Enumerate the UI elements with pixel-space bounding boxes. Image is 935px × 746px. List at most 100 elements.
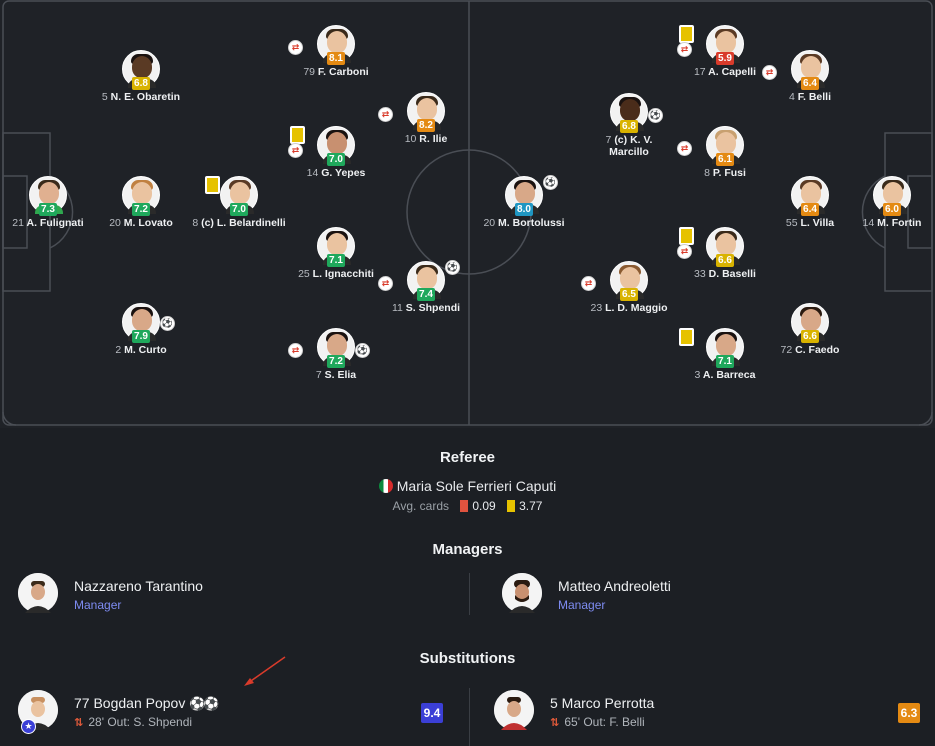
- manager-name: Nazzareno Tarantino: [74, 578, 203, 594]
- manager-avatar: [502, 573, 542, 613]
- yellow-card-icon: [679, 227, 694, 245]
- player-rating: 7.4: [417, 288, 435, 301]
- referee-title: Referee: [439, 449, 496, 466]
- player-fusi[interactable]: 6.1 ⇄ 8 P. Fusi: [670, 126, 780, 179]
- substitution-icon: ⇄: [288, 143, 303, 158]
- substitution-icon: ⇄: [288, 343, 303, 358]
- player-name: 14 G. Yepes: [306, 167, 366, 179]
- avatar-icon: [494, 690, 534, 730]
- player-maggio[interactable]: 6.5 ⇄ 23 L. D. Maggio: [574, 261, 684, 314]
- player-name: 14 M. Fortin: [862, 217, 922, 229]
- away-manager[interactable]: Matteo Andreoletti Manager: [502, 573, 922, 615]
- sub-in-out-icon: ⇅: [550, 717, 560, 729]
- player-avatar: 7.1: [317, 227, 355, 267]
- player-name: 20 M. Bortolussi: [483, 217, 565, 229]
- player-belli[interactable]: 6.4 ⇄ 4 F. Belli: [755, 50, 865, 103]
- player-name: 79 F. Carboni: [303, 66, 369, 78]
- player-marcillo[interactable]: 6.8 ⚽ 7 (c) K. V. Marcillo: [574, 93, 684, 158]
- player-name: 4 F. Belli: [788, 91, 832, 103]
- yellow-card-icon: [507, 500, 516, 512]
- player-rating: 6.1: [716, 153, 734, 166]
- player-rating: 7.9: [132, 330, 150, 343]
- assist-icon: ⚽: [648, 108, 663, 123]
- player-avatar: 8.1 ⇄: [288, 25, 355, 65]
- player-fortin[interactable]: 6.0 14 M. Fortin: [837, 176, 935, 229]
- player-name: 7 S. Elia: [315, 369, 357, 381]
- avatar-icon: [502, 573, 542, 613]
- yellow-card-icon: [679, 25, 694, 43]
- player-name: 7 (c) K. V. Marcillo: [605, 134, 653, 158]
- player-name: 3 A. Barreca: [694, 369, 756, 381]
- player-avatar: 5.9 ⇄: [677, 25, 744, 65]
- avatar-icon: [18, 573, 58, 613]
- player-ilie[interactable]: 8.2 ⇄ 10 R. Ilie: [371, 92, 481, 145]
- substitution-icon: ⇄: [677, 141, 692, 156]
- player-avatar: 7.1: [679, 328, 744, 368]
- player-rating: 7.0: [327, 153, 345, 166]
- player-avatar: 7.3: [29, 176, 67, 216]
- player-avatar: 6.4: [791, 176, 829, 216]
- player-bortolussi[interactable]: 8.0 ⚽ 20 M. Bortolussi: [469, 175, 579, 229]
- player-avatar: 7.2: [122, 176, 160, 216]
- player-avatar: 6.4 ⇄: [762, 50, 829, 90]
- player-elia[interactable]: 7.2 ⇄ ⚽ 7 S. Elia: [281, 328, 391, 381]
- sub-rating: 9.4: [421, 703, 443, 723]
- substitution-icon: ⇄: [378, 276, 393, 291]
- manager-role: Manager: [74, 598, 122, 612]
- divider: [469, 688, 470, 746]
- yellow-card-icon: [205, 176, 220, 194]
- sub-rating: 6.3: [898, 703, 920, 723]
- substitutions-title: Substitutions: [419, 650, 516, 667]
- pitch: 7.3 21 A. Fulignati 7.2 20 M. Lovato 6.8…: [0, 0, 935, 428]
- yellow-card-icon: [679, 328, 694, 346]
- manager-name: Matteo Andreoletti: [558, 578, 671, 594]
- manager-avatar: [18, 573, 58, 613]
- player-avatar: 6.1 ⇄: [677, 126, 744, 166]
- substitution-icon: ⇄: [677, 42, 692, 57]
- red-card-icon: [460, 500, 469, 512]
- player-baselli[interactable]: 6.6 ⇄ 33 D. Baselli: [670, 227, 780, 280]
- referee-name[interactable]: Maria Sole Ferrieri Caputi: [0, 478, 935, 494]
- player-avatar: 8.2 ⇄: [378, 92, 445, 132]
- player-curto[interactable]: 7.9 ⚽ 2 M. Curto: [86, 303, 196, 356]
- player-belardinelli[interactable]: 7.0 8 (c) L. Belardinelli: [184, 176, 294, 229]
- player-carboni[interactable]: 8.1 ⇄ 79 F. Carboni: [281, 25, 391, 78]
- player-rating: 6.6: [716, 254, 734, 267]
- player-name: 8 (c) L. Belardinelli: [192, 217, 286, 229]
- substitution-icon: ⇄: [677, 244, 692, 259]
- substitution-icon: ⇄: [581, 276, 596, 291]
- player-rating: 8.0: [515, 203, 533, 216]
- goal-icon: ⚽: [445, 260, 460, 275]
- home-manager[interactable]: Nazzareno Tarantino Manager: [18, 573, 458, 615]
- substitution-away[interactable]: 5 Marco Perrotta ⇅ 65' Out: F. Belli 6.3: [494, 690, 924, 734]
- player-avatar: 6.8 ⚽: [610, 93, 663, 133]
- player-rating: 7.3: [39, 203, 57, 216]
- player-obaretin[interactable]: 6.8 5 N. E. Obaretin: [86, 50, 196, 103]
- player-avatar: 8.0 ⚽: [505, 175, 558, 216]
- lineup-page: 7.3 21 A. Fulignati 7.2 20 M. Lovato 6.8…: [0, 0, 935, 746]
- player-avatar: 6.6 ⇄: [677, 227, 744, 267]
- player-lovato[interactable]: 7.2 20 M. Lovato: [86, 176, 196, 229]
- goal-icon: ⚽⚽: [189, 696, 219, 711]
- player-avatar: [494, 690, 534, 730]
- player-rating: 6.8: [620, 120, 638, 133]
- player-name: 33 D. Baselli: [694, 268, 756, 280]
- sub-detail: ⇅ 28' Out: S. Shpendi: [74, 715, 193, 729]
- player-rating: 7.2: [132, 203, 150, 216]
- player-rating: 6.8: [132, 77, 150, 90]
- player-avatar: 6.5 ⇄: [581, 261, 648, 301]
- player-name: 5 N. E. Obaretin: [101, 91, 181, 103]
- player-avatar: 7.0 ⇄: [288, 126, 355, 166]
- player-name: 2 M. Curto: [115, 344, 167, 356]
- substitution-home[interactable]: ★ 77 Bogdan Popov ⚽⚽ ⇅ 28' Out: S. Shpen…: [18, 690, 448, 734]
- player-avatar: 6.6: [791, 303, 829, 343]
- player-rating: 5.9: [716, 52, 734, 65]
- player-shpendi[interactable]: 7.4 ⇄ ⚽ 11 S. Shpendi: [371, 260, 481, 314]
- managers-title: Managers: [432, 541, 503, 558]
- player-rating: 6.0: [883, 203, 901, 216]
- player-faedo[interactable]: 6.6 72 C. Faedo: [755, 303, 865, 356]
- sub-player-name: 5 Marco Perrotta: [550, 695, 655, 711]
- player-rating: 7.1: [327, 254, 345, 267]
- player-avatar: 6.8: [122, 50, 160, 90]
- player-rating: 7.2: [327, 355, 345, 368]
